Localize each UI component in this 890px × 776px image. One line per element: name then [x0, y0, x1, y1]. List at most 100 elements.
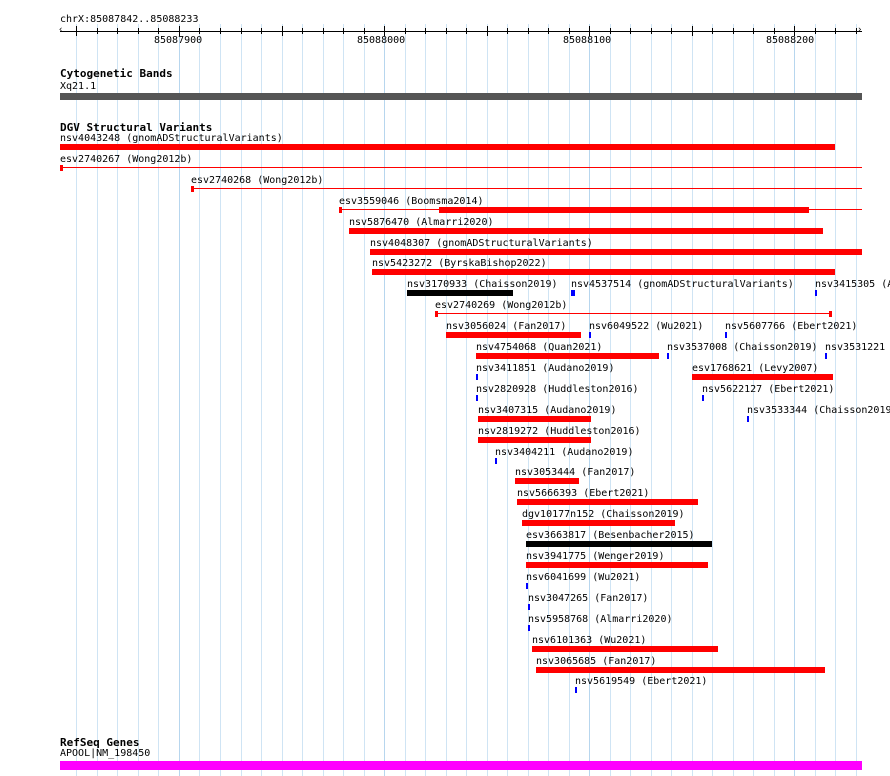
variant-bar[interactable]	[478, 416, 591, 422]
ruler-tick	[364, 28, 365, 34]
variant-label: nsv5423272 (ByrskaBishop2022)	[372, 258, 547, 269]
variant-bar[interactable]	[526, 541, 712, 547]
variant-bar[interactable]	[702, 395, 704, 401]
variant-bar[interactable]	[517, 499, 698, 505]
ruler-tick	[610, 28, 611, 34]
variant-label: esv2740268 (Wong2012b)	[191, 175, 324, 186]
variant-bar[interactable]	[407, 290, 513, 296]
grid-line	[712, 24, 713, 776]
grid-line	[856, 24, 857, 776]
variant-bar[interactable]	[478, 437, 591, 443]
cytoband-bar[interactable]	[60, 93, 862, 100]
variant-bar[interactable]	[495, 458, 497, 464]
variant-label: nsv3533344 (Chaisson2019)	[747, 405, 890, 416]
variant-label: nsv3053444 (Fan2017)	[515, 467, 636, 478]
grid-line	[507, 24, 508, 776]
variant-bar[interactable]	[476, 353, 659, 359]
variant-end-cap	[829, 311, 832, 317]
ruler-tick	[712, 28, 713, 34]
grid-line	[384, 24, 385, 776]
variant-label: nsv5666393 (Ebert2021)	[517, 488, 650, 499]
variant-label: dgv10177n152 (Chaisson2019)	[522, 509, 685, 520]
variant-inner-bar[interactable]	[439, 207, 809, 213]
variant-bar[interactable]	[571, 290, 575, 296]
ruler-tick	[199, 28, 200, 34]
ruler-tick	[282, 26, 283, 36]
variant-bar[interactable]	[349, 228, 823, 234]
ruler-tick	[507, 28, 508, 34]
variant-bar[interactable]	[536, 667, 825, 673]
ruler-tick-label: 85088100	[563, 35, 612, 46]
variant-bar[interactable]	[476, 374, 478, 380]
variant-extent-line	[435, 313, 831, 314]
variant-bar[interactable]	[60, 165, 63, 171]
variant-extent-line	[191, 188, 862, 189]
grid-line	[425, 24, 426, 776]
variant-bar[interactable]	[446, 332, 581, 338]
ruler-tick	[302, 28, 303, 34]
ruler-tick-label: 85087900	[154, 35, 203, 46]
ruler-tick-label: 85088000	[357, 35, 406, 46]
grid-line	[343, 24, 344, 776]
variant-bar[interactable]	[370, 249, 862, 255]
variant-label: esv1768621 (Levy2007)	[692, 363, 819, 374]
variant-bar[interactable]	[815, 290, 817, 296]
variant-bar[interactable]	[747, 416, 749, 422]
ruler-tick	[671, 28, 672, 34]
variant-bar[interactable]	[589, 332, 591, 338]
ruler-tick	[753, 28, 754, 34]
grid-line	[671, 24, 672, 776]
ruler-tick	[569, 28, 570, 34]
variant-bar[interactable]	[692, 374, 833, 380]
grid-line	[692, 24, 693, 776]
variant-bar[interactable]	[60, 144, 835, 150]
variant-label: nsv5607766 (Ebert2021)	[725, 321, 858, 332]
variant-label: nsv6049522 (Wu2021)	[589, 321, 704, 332]
variant-bar[interactable]	[526, 562, 708, 568]
variant-bar[interactable]	[528, 625, 530, 631]
variant-label: nsv3531221 (Chaisson2019)	[825, 342, 890, 353]
variant-bar[interactable]	[372, 269, 835, 275]
cytoband-track-title: Cytogenetic Bands	[60, 67, 173, 80]
variant-bar[interactable]	[339, 207, 342, 213]
variant-bar[interactable]	[515, 478, 579, 484]
variant-label: esv2740267 (Wong2012b)	[60, 154, 193, 165]
ruler-range-label: chrX:85087842..85088233	[60, 14, 199, 25]
ruler-tick	[774, 28, 775, 34]
variant-label: esv3559046 (Boomsma2014)	[339, 196, 484, 207]
variant-label: nsv4754068 (Quan2021)	[476, 342, 603, 353]
variant-label: nsv3170933 (Chaisson2019)	[407, 279, 558, 290]
grid-line	[528, 24, 529, 776]
variant-bar[interactable]	[191, 186, 194, 192]
variant-bar[interactable]	[526, 583, 528, 589]
ruler-tick	[97, 28, 98, 34]
ruler-tick	[261, 28, 262, 34]
variant-label: esv3663817 (Besenbacher2015)	[526, 530, 695, 541]
variant-bar[interactable]	[522, 520, 675, 526]
variant-label: nsv4048307 (gnomADStructuralVariants)	[370, 238, 593, 249]
grid-line	[405, 24, 406, 776]
variant-label: nsv3056024 (Fan2017)	[446, 321, 567, 332]
cytoband-label: Xq21.1	[60, 81, 97, 92]
variant-bar[interactable]	[435, 311, 438, 317]
variant-label: nsv2820928 (Huddleston2016)	[476, 384, 639, 395]
variant-bar[interactable]	[476, 395, 478, 401]
grid-line	[364, 24, 365, 776]
variant-bar[interactable]	[575, 687, 577, 693]
variant-bar[interactable]	[667, 353, 669, 359]
variant-label: nsv3065685 (Fan2017)	[536, 656, 657, 667]
refseq-gene-bar[interactable]	[60, 761, 862, 770]
variant-bar[interactable]	[528, 604, 530, 610]
grid-line	[774, 24, 775, 776]
ruler-tick	[405, 28, 406, 34]
grid-line	[466, 24, 467, 776]
variant-label: nsv4537514 (gnomADStructuralVariants)	[571, 279, 794, 290]
variant-bar[interactable]	[825, 353, 827, 359]
variant-label: esv2740269 (Wong2012b)	[435, 300, 568, 311]
grid-line	[487, 24, 488, 776]
variant-label: nsv5619549 (Ebert2021)	[575, 676, 708, 687]
variant-bar[interactable]	[725, 332, 727, 338]
ruler-tick	[733, 28, 734, 34]
ruler-tick	[425, 28, 426, 34]
variant-bar[interactable]	[532, 646, 718, 652]
